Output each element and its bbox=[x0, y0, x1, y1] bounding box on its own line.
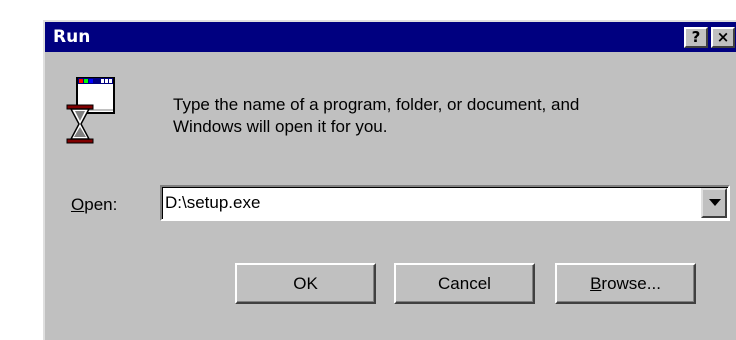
close-button[interactable]: × bbox=[711, 27, 735, 48]
chevron-down-icon bbox=[709, 199, 721, 206]
title-bar[interactable]: Run ? × bbox=[45, 22, 736, 52]
run-dialog: Run ? × Type the name of a program, fold… bbox=[43, 20, 736, 340]
open-input[interactable] bbox=[165, 191, 685, 215]
help-button[interactable]: ? bbox=[684, 27, 708, 48]
open-combobox[interactable] bbox=[160, 185, 730, 221]
window-title: Run bbox=[53, 27, 91, 47]
instruction-line-2: Windows will open it for you. bbox=[173, 117, 388, 136]
cancel-button[interactable]: Cancel bbox=[394, 263, 535, 304]
ok-button[interactable]: OK bbox=[235, 263, 376, 304]
open-dropdown-button[interactable] bbox=[701, 188, 727, 218]
instruction-line-1: Type the name of a program, folder, or d… bbox=[173, 95, 580, 114]
run-program-icon bbox=[66, 77, 115, 144]
browse-accelerator: B bbox=[590, 274, 602, 293]
open-label: Open: bbox=[71, 194, 117, 216]
browse-button[interactable]: Browse... bbox=[555, 263, 696, 304]
browse-label: rowse... bbox=[601, 274, 661, 293]
open-label-text: pen: bbox=[84, 195, 118, 214]
open-label-accelerator: O bbox=[71, 195, 85, 214]
instruction-text: Type the name of a program, folder, or d… bbox=[173, 94, 723, 138]
